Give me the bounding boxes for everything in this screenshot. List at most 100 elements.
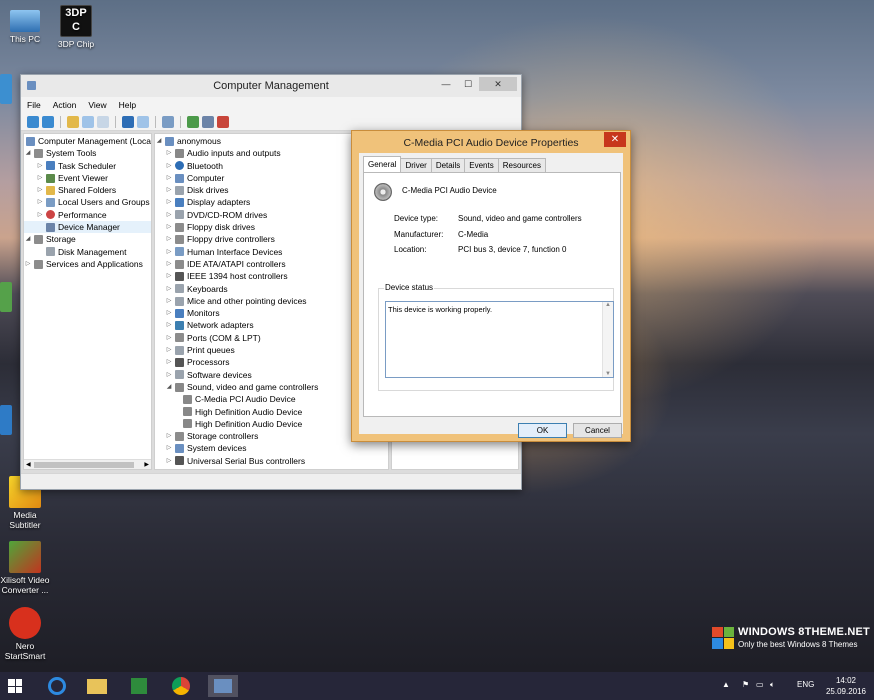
expand-arrow-icon[interactable]: ▷ [165,160,173,172]
collapse-arrow-icon[interactable]: ◢ [24,147,32,159]
clock[interactable]: 14:02 25.09.2016 [826,675,866,697]
properties-icon[interactable] [97,115,109,128]
tree-item-task-scheduler[interactable]: ▷ Task Scheduler [24,160,151,172]
expand-arrow-icon[interactable]: ▷ [165,369,173,381]
file-explorer-icon[interactable] [82,675,112,697]
tree-item-computer-management[interactable]: Computer Management (Local [24,135,151,147]
collapse-arrow-icon[interactable]: ◢ [155,135,163,147]
scrollbar-thumb[interactable] [34,462,134,468]
desktop-icon-3dp-chip[interactable]: 3DP C 3DP Chip [51,5,101,49]
forward-arrow-icon[interactable] [42,115,54,128]
expand-arrow-icon[interactable]: ▷ [165,430,173,442]
scroll-left-arrow-icon[interactable]: ◀ [26,461,31,468]
expand-arrow-icon[interactable]: ▷ [165,283,173,295]
hidden-desktop-icon[interactable] [0,74,12,104]
cancel-button[interactable]: Cancel [573,423,622,438]
show-hide-tree-icon[interactable] [82,115,94,128]
tab-general[interactable]: General [363,156,402,172]
scroll-right-arrow-icon[interactable]: ▶ [144,461,149,468]
tree-item-system-tools[interactable]: ◢ System Tools [24,147,151,159]
volume-icon[interactable]: 🔈︎ [770,680,775,690]
expand-arrow-icon[interactable]: ▷ [165,221,173,233]
expand-arrow-icon[interactable]: ▷ [36,184,44,196]
expand-arrow-icon[interactable]: ▷ [165,307,173,319]
network-icon[interactable]: ▭ [756,680,764,689]
maximize-button[interactable]: ☐ [457,77,479,91]
expand-arrow-icon[interactable]: ▷ [36,172,44,184]
expand-arrow-icon[interactable]: ▷ [165,233,173,245]
desktop-icon-xilisoft[interactable]: Xilisoft Video Converter ... [0,541,50,595]
expand-arrow-icon[interactable]: ▷ [165,270,173,282]
desktop-icon-this-pc[interactable]: This PC [0,6,50,44]
hidden-desktop-icon[interactable] [0,282,12,312]
dialog-close-button[interactable]: ✕ [604,132,626,147]
horizontal-scrollbar[interactable]: ◀ ▶ [24,459,151,469]
menu-view[interactable]: View [88,100,106,110]
tree-item-event-viewer[interactable]: ▷ Event Viewer [24,172,151,184]
expand-arrow-icon[interactable]: ▷ [165,246,173,258]
expand-arrow-icon[interactable]: ▷ [165,209,173,221]
uninstall-device-icon[interactable] [217,115,229,128]
tree-item-disk-management[interactable]: Disk Management [24,246,151,258]
close-button[interactable]: ✕ [479,77,517,91]
collapse-arrow-icon[interactable]: ◢ [24,233,32,245]
device-category[interactable]: ▷ System devices [155,442,388,454]
ok-button[interactable]: OK [518,423,567,438]
up-folder-icon[interactable] [67,115,79,128]
view-icon[interactable] [137,115,149,128]
scroll-down-arrow-icon[interactable]: ▼ [603,371,613,377]
tab-details[interactable]: Details [430,158,466,172]
menu-help[interactable]: Help [119,100,136,110]
tree-item-local-users[interactable]: ▷ Local Users and Groups [24,196,151,208]
expand-arrow-icon[interactable]: ▷ [24,258,32,270]
computer-management-icon[interactable] [208,675,238,697]
update-driver-icon[interactable] [187,115,199,128]
disable-device-icon[interactable] [202,115,214,128]
expand-arrow-icon[interactable]: ▷ [165,319,173,331]
language-indicator[interactable]: ENG [797,680,814,689]
expand-arrow-icon[interactable]: ▷ [36,160,44,172]
expand-arrow-icon[interactable]: ▷ [165,184,173,196]
action-center-flag-icon[interactable]: ⚑ [742,680,749,689]
status-bar [21,473,521,489]
expand-arrow-icon[interactable]: ▷ [165,455,173,467]
collapse-arrow-icon[interactable]: ◢ [165,381,173,393]
minimize-button[interactable]: — [435,77,457,91]
expand-arrow-icon[interactable]: ▷ [36,196,44,208]
internet-explorer-icon[interactable] [42,675,72,697]
scan-hardware-icon[interactable] [162,115,174,128]
expand-arrow-icon[interactable]: ▷ [165,332,173,344]
expand-arrow-icon[interactable]: ▷ [165,258,173,270]
expand-arrow-icon[interactable]: ▷ [165,356,173,368]
hidden-desktop-icon[interactable] [0,405,12,435]
tab-events[interactable]: Events [464,158,499,172]
help-icon[interactable] [122,115,134,128]
expand-arrow-icon[interactable]: ▷ [165,147,173,159]
menu-file[interactable]: File [27,100,41,110]
tree-item-shared-folders[interactable]: ▷ Shared Folders [24,184,151,196]
expand-arrow-icon[interactable]: ▷ [165,442,173,454]
device-status-textbox[interactable]: This device is working properly. ▲ ▼ [385,301,614,378]
scroll-up-arrow-icon[interactable]: ▲ [603,302,613,308]
menu-action[interactable]: Action [53,100,77,110]
tab-driver[interactable]: Driver [400,158,432,172]
expand-arrow-icon[interactable]: ▷ [165,172,173,184]
tree-item-performance[interactable]: ▷ Performance [24,209,151,221]
tree-item-device-manager[interactable]: Device Manager [24,221,151,234]
expand-arrow-icon[interactable]: ▷ [165,344,173,356]
desktop-icon-nero[interactable]: Nero StartSmart [0,607,50,661]
tree-item-services[interactable]: ▷ Services and Applications [24,258,151,270]
device-category[interactable]: ▷ Universal Serial Bus controllers [155,455,388,467]
show-hidden-icons-icon[interactable]: ▲ [722,680,730,689]
expand-arrow-icon[interactable]: ▷ [165,196,173,208]
chrome-icon[interactable] [166,675,196,697]
vertical-scrollbar[interactable]: ▲ ▼ [602,302,613,377]
start-button[interactable] [8,679,22,693]
tree-item-storage[interactable]: ◢ Storage [24,233,151,245]
tab-resources[interactable]: Resources [497,158,546,172]
expand-arrow-icon[interactable]: ▷ [36,209,44,221]
back-arrow-icon[interactable] [27,115,39,128]
expand-arrow-icon[interactable]: ▷ [165,295,173,307]
speaker-icon [183,419,192,429]
store-icon[interactable] [124,675,154,697]
